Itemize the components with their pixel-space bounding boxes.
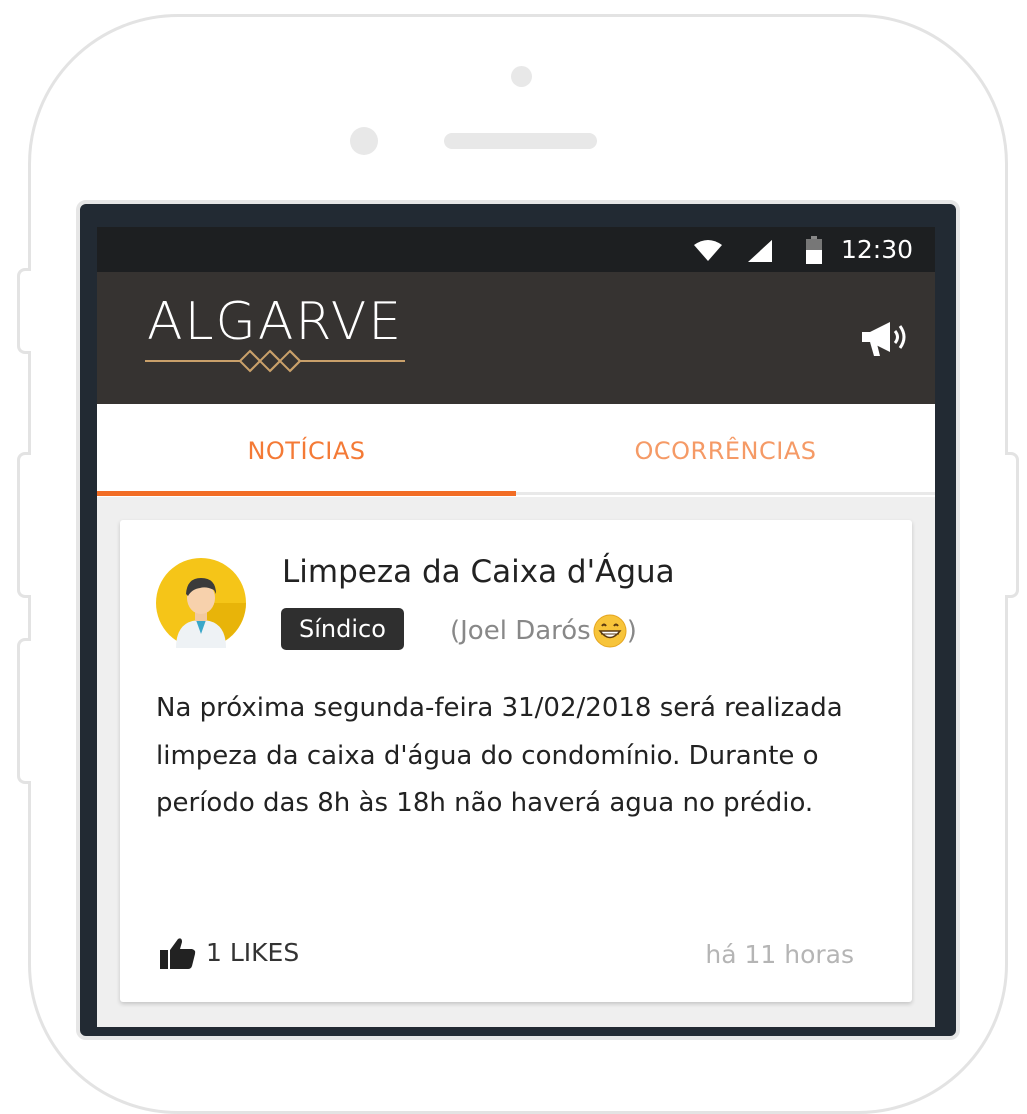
thumbs-up-icon[interactable] bbox=[160, 937, 196, 969]
battery-icon bbox=[806, 236, 822, 264]
app-bar: ALGARVE bbox=[97, 272, 935, 404]
phone-camera bbox=[350, 127, 378, 155]
author-name: (Joel Darós bbox=[450, 616, 591, 646]
avatar bbox=[156, 558, 246, 648]
role-badge: Síndico bbox=[281, 608, 404, 650]
wifi-icon bbox=[694, 240, 722, 261]
phone-side-button bbox=[17, 452, 31, 598]
phone-side-button bbox=[1005, 452, 1019, 598]
phone-speaker bbox=[444, 133, 597, 149]
app-screen: 12:30 ALGARVE NOTÍCIAS OCORRÊNCIAS Limpe… bbox=[97, 227, 935, 1027]
tab-noticias[interactable]: NOTÍCIAS bbox=[97, 404, 516, 497]
status-time: 12:30 bbox=[840, 235, 913, 264]
logo-ornament-icon bbox=[145, 349, 405, 373]
grinning-emoji-icon bbox=[593, 614, 627, 648]
post-timestamp: há 11 horas bbox=[705, 940, 854, 969]
signal-icon bbox=[748, 240, 772, 262]
news-card[interactable]: Limpeza da Caixa d'Água Síndico (Joel Da… bbox=[120, 520, 912, 1002]
tab-divider bbox=[516, 492, 935, 495]
post-author: (Joel Darós ) bbox=[450, 614, 637, 648]
post-body: Na próxima segunda-feira 31/02/2018 será… bbox=[156, 693, 843, 818]
post-title: Limpeza da Caixa d'Água bbox=[282, 554, 675, 590]
app-logo: ALGARVE bbox=[147, 292, 404, 352]
phone-sensor bbox=[511, 66, 532, 87]
tab-bar: NOTÍCIAS OCORRÊNCIAS bbox=[97, 404, 935, 497]
megaphone-icon[interactable] bbox=[860, 318, 912, 358]
phone-side-button bbox=[17, 638, 31, 784]
phone-side-button bbox=[17, 268, 31, 354]
author-end: ) bbox=[626, 616, 637, 646]
likes-count[interactable]: 1 LIKES bbox=[206, 938, 299, 967]
active-tab-indicator bbox=[97, 491, 516, 496]
tab-ocorrencias[interactable]: OCORRÊNCIAS bbox=[516, 404, 935, 497]
status-bar: 12:30 bbox=[97, 227, 935, 272]
